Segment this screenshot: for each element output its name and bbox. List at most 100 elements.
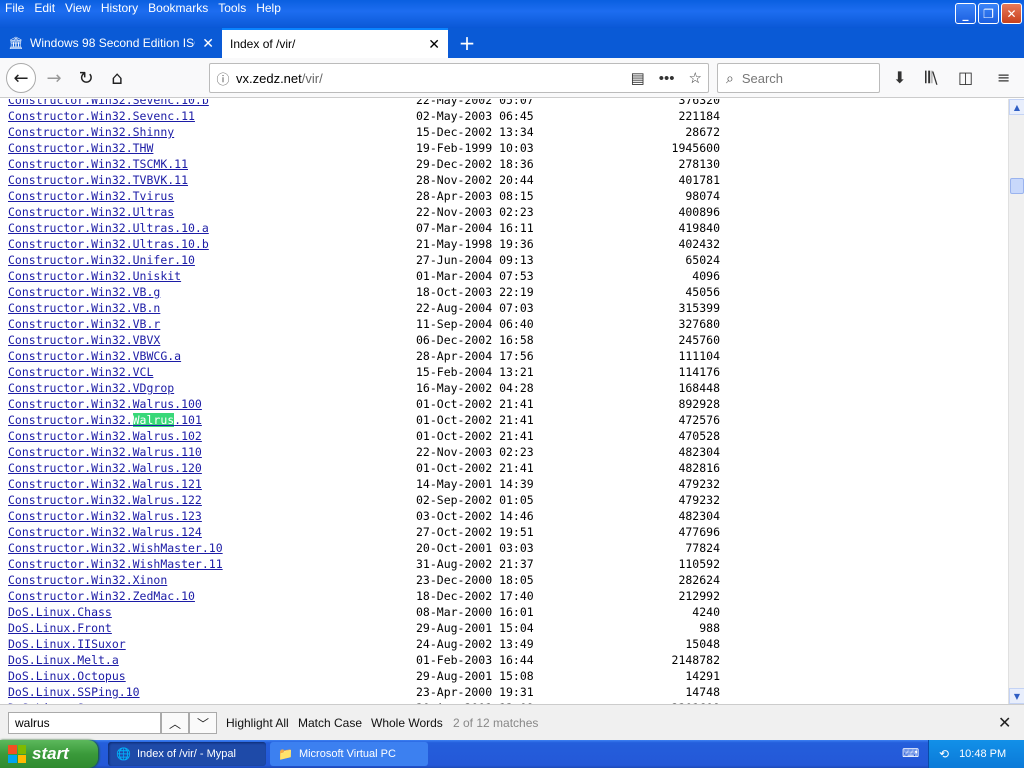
page-actions-icon[interactable]: •••	[659, 70, 675, 87]
file-link[interactable]: Constructor.Win32.Walrus.102	[8, 428, 416, 444]
file-link[interactable]: DoS.Linux.IISuxor	[8, 636, 416, 652]
file-link[interactable]: Constructor.Win32.VB.r	[8, 316, 416, 332]
keyboard-icon[interactable]: ⌨	[902, 746, 919, 760]
file-link[interactable]: DoS.Linux.Melt.a	[8, 652, 416, 668]
file-link[interactable]: Constructor.Win32.Walrus.122	[8, 492, 416, 508]
highlight-all-toggle[interactable]: Highlight All	[226, 716, 289, 730]
scroll-down-icon[interactable]: ▼	[1009, 688, 1024, 704]
url-bar[interactable]: ⓘ vx.zedz.net/vir/ ▤ ••• ☆	[209, 63, 709, 93]
file-listing: Constructor.Win32.Sevenc.10.b 22-May-2002…	[8, 99, 720, 704]
file-link[interactable]: Constructor.Win32.ZedMac.10	[8, 588, 416, 604]
taskbar-item-virtualpc[interactable]: 📁 Microsoft Virtual PC	[270, 742, 428, 766]
file-size: 315399	[678, 301, 720, 315]
minimize-button[interactable]: _	[955, 3, 976, 24]
file-link[interactable]: Constructor.Win32.Xinon	[8, 572, 416, 588]
file-link[interactable]: Constructor.Win32.VBWCG.a	[8, 348, 416, 364]
file-link[interactable]: Constructor.Win32.Walrus.123	[8, 508, 416, 524]
back-button[interactable]: ←	[6, 63, 36, 93]
file-size: 111104	[678, 349, 720, 363]
task-label: Microsoft Virtual PC	[298, 748, 396, 760]
menu-icon[interactable]: ≡	[997, 68, 1010, 87]
file-link[interactable]: Constructor.Win32.Walrus.120	[8, 460, 416, 476]
menu-item-bookmarks[interactable]: Bookmarks	[143, 1, 213, 15]
tab-close-icon[interactable]: ✕	[428, 36, 440, 53]
file-size: 402432	[678, 237, 720, 251]
bookmark-star-icon[interactable]: ☆	[689, 69, 702, 87]
reload-button[interactable]: ↻	[72, 64, 100, 92]
forward-button[interactable]: →	[40, 64, 68, 92]
new-tab-button[interactable]: +	[455, 28, 479, 58]
menu-item-history[interactable]: History	[96, 1, 143, 15]
table-row: DoS.Linux.Octopus 29-Aug-2001 15:08 14291	[8, 668, 720, 684]
file-link[interactable]: DoS.Linux.SSPing.10	[8, 684, 416, 700]
file-link[interactable]: Constructor.Win32.VB.n	[8, 300, 416, 316]
close-window-button[interactable]: ✕	[1001, 3, 1022, 24]
start-button[interactable]: start	[0, 740, 98, 768]
file-link[interactable]: DoS.Linux.Front	[8, 620, 416, 636]
file-size: 479232	[678, 493, 720, 507]
home-icon[interactable]: ⌂	[103, 64, 131, 92]
menu-item-view[interactable]: View	[60, 1, 96, 15]
file-link[interactable]: Constructor.Win32.WishMaster.11	[8, 556, 416, 572]
close-find-icon[interactable]: ✕	[998, 713, 1011, 733]
file-link[interactable]: Constructor.Win32.VDgrop	[8, 380, 416, 396]
file-link[interactable]: DoS.Linux.Octopus	[8, 668, 416, 684]
file-link[interactable]: Constructor.Win32.VCL	[8, 364, 416, 380]
file-link[interactable]: Constructor.Win32.TSCMK.11	[8, 156, 416, 172]
file-size: 470528	[678, 429, 720, 443]
file-link[interactable]: Constructor.Win32.TVBVK.11	[8, 172, 416, 188]
file-link[interactable]: Constructor.Win32.Shinny	[8, 124, 416, 140]
download-icon[interactable]: ⬇	[893, 68, 906, 87]
scroll-up-icon[interactable]: ▲	[1009, 99, 1024, 115]
search-input[interactable]: ⌕ Search	[717, 63, 880, 93]
menu-item-file[interactable]: File	[0, 1, 29, 15]
file-link[interactable]: Constructor.Win32.Unifer.10	[8, 252, 416, 268]
file-link[interactable]: Constructor.Win32.Walrus.100	[8, 396, 416, 412]
file-date: 07-Mar-2004 16:11	[416, 221, 534, 235]
sidebar-icon[interactable]: ◫	[958, 68, 973, 87]
scroll-thumb[interactable]	[1010, 178, 1024, 194]
tab-index-vir[interactable]: Index of /vir/ ✕	[222, 28, 448, 58]
taskbar: start 🌐 Index of /vir/ - Mypal 📁 Microso…	[0, 740, 1024, 768]
whole-words-toggle[interactable]: Whole Words	[371, 716, 443, 730]
restore-button[interactable]: ❐	[978, 3, 999, 24]
file-link[interactable]: Constructor.Win32.THW	[8, 140, 416, 156]
file-date: 21-May-1998 19:36	[416, 237, 534, 251]
menu-item-tools[interactable]: Tools	[213, 1, 251, 15]
reader-view-icon[interactable]: ▤	[631, 69, 645, 87]
tab-close-icon[interactable]: ✕	[202, 35, 214, 52]
network-icon[interactable]: ⟲	[939, 747, 949, 761]
file-link[interactable]: Constructor.Win32.Sevenc.11	[8, 108, 416, 124]
file-link[interactable]: Constructor.Win32.Walrus.121	[8, 476, 416, 492]
file-link[interactable]: Constructor.Win32.Ultras.10.a	[8, 220, 416, 236]
tab-windows98[interactable]: 🏛 Windows 98 Second Edition ISO Fi ✕	[0, 28, 222, 58]
file-link[interactable]: Constructor.Win32.Sevenc.10.b	[8, 99, 416, 108]
vertical-scrollbar[interactable]: ▲ ▼	[1008, 99, 1024, 704]
info-icon[interactable]: ⓘ	[210, 69, 236, 88]
file-date: 23-Apr-2000 19:31	[416, 685, 534, 699]
file-size: 4240	[692, 605, 720, 619]
file-link[interactable]: Constructor.Win32.WishMaster.10	[8, 540, 416, 556]
taskbar-item-mypal[interactable]: 🌐 Index of /vir/ - Mypal	[108, 742, 266, 766]
file-link[interactable]: DoS.Linux.Chass	[8, 604, 416, 620]
file-size: 14291	[685, 669, 720, 683]
file-link[interactable]: Constructor.Win32.Walrus.124	[8, 524, 416, 540]
table-row: Constructor.Win32.VB.r 11-Sep-2004 06:40 3…	[8, 316, 720, 332]
find-next-button[interactable]: ﹀	[189, 712, 217, 734]
file-link[interactable]: Constructor.Win32.Walrus.110	[8, 444, 416, 460]
table-row: Constructor.Win32.Sevenc.10.b 22-May-2002…	[8, 99, 720, 108]
match-case-toggle[interactable]: Match Case	[298, 716, 362, 730]
file-link[interactable]: Constructor.Win32.Uniskit	[8, 268, 416, 284]
file-link[interactable]: Constructor.Win32.Tvirus	[8, 188, 416, 204]
file-link[interactable]: Constructor.Win32.Walrus.101	[8, 412, 416, 428]
file-link[interactable]: Constructor.Win32.Ultras.10.b	[8, 236, 416, 252]
file-date: 15-Feb-2004 13:21	[416, 365, 534, 379]
find-input[interactable]: walrus	[8, 712, 161, 734]
menu-item-edit[interactable]: Edit	[29, 1, 60, 15]
file-link[interactable]: Constructor.Win32.VB.g	[8, 284, 416, 300]
file-link[interactable]: Constructor.Win32.Ultras	[8, 204, 416, 220]
menu-item-help[interactable]: Help	[251, 1, 286, 15]
file-link[interactable]: Constructor.Win32.VBVX	[8, 332, 416, 348]
find-previous-button[interactable]: ︿	[161, 712, 189, 734]
library-icon[interactable]: 𝄃𝄃\	[925, 68, 938, 88]
